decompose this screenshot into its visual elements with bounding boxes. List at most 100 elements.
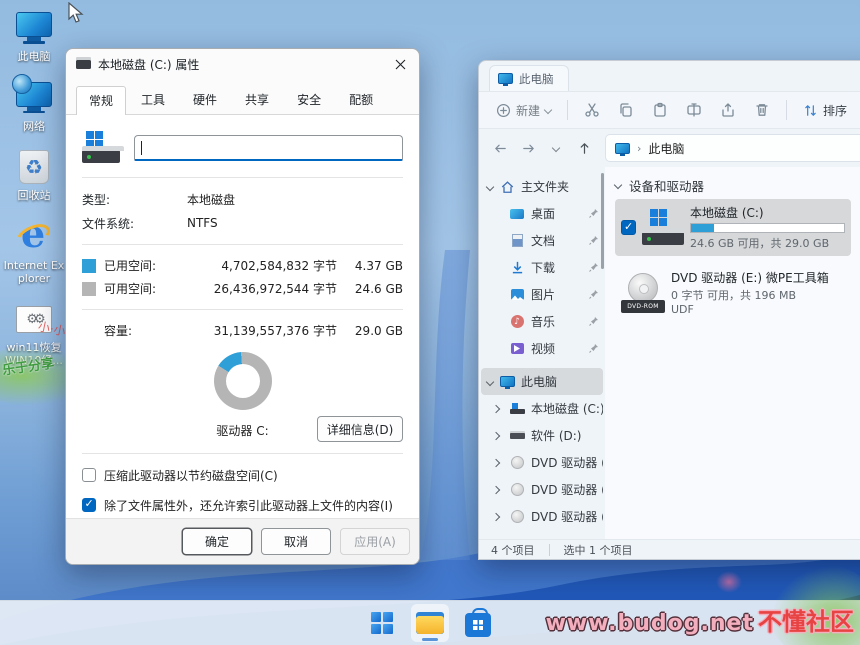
watermark-url: www.budog.net xyxy=(546,611,754,636)
desktop-icon-label: 回收站 xyxy=(18,190,51,203)
dvd-drive-icon xyxy=(509,456,525,470)
divider xyxy=(82,244,403,245)
dialog-titlebar[interactable]: 本地磁盘 (C:) 属性 xyxy=(66,49,419,79)
pin-icon xyxy=(589,288,599,302)
sidebar-item-this-pc[interactable]: 此电脑 xyxy=(481,368,603,395)
desktop-icon-internet-explorer[interactable]: Internet Explorer xyxy=(2,217,66,285)
sidebar-item-dvd-f[interactable]: DVD 驱动器 (F:) xyxy=(481,476,603,503)
taskbar-file-explorer[interactable] xyxy=(411,604,449,642)
sidebar-item-drive-d[interactable]: 软件 (D:) xyxy=(481,422,603,449)
sidebar-scrollbar[interactable] xyxy=(601,173,604,269)
pin-icon xyxy=(589,315,599,329)
tab-tools[interactable]: 工具 xyxy=(128,85,178,114)
pin-icon xyxy=(589,234,599,248)
settings-tool-icon xyxy=(13,299,55,339)
pin-icon xyxy=(589,342,599,356)
tab-security[interactable]: 安全 xyxy=(284,85,334,114)
copy-button[interactable] xyxy=(611,97,641,123)
sidebar-item-label: 本地磁盘 (C:) xyxy=(531,400,603,417)
filesystem-value: NTFS xyxy=(187,216,218,230)
new-button[interactable]: 新建 xyxy=(489,97,558,124)
delete-button[interactable] xyxy=(747,97,777,123)
free-space-bytes: 26,436,972,544 字节 xyxy=(187,280,351,297)
chevron-right-icon xyxy=(492,404,500,412)
tab-sharing[interactable]: 共享 xyxy=(232,85,282,114)
item-checkbox[interactable] xyxy=(621,220,636,235)
drive-icon xyxy=(76,60,91,69)
up-button[interactable] xyxy=(571,135,597,161)
index-checkbox[interactable] xyxy=(82,498,96,512)
music-icon: ♪ xyxy=(509,315,525,329)
details-button[interactable]: 详细信息(D) xyxy=(317,416,403,442)
index-checkbox-row[interactable]: 除了文件属性外，还允许索引此驱动器上文件的内容(I) xyxy=(82,497,403,514)
drive-item-dvd-e[interactable]: DVD-ROM DVD 驱动器 (E:) 微PE工具箱 0 字节 可用，共 19… xyxy=(615,264,851,321)
recent-locations-button[interactable] xyxy=(543,135,569,161)
status-divider xyxy=(549,544,550,556)
drive-name: DVD 驱动器 (E:) 微PE工具箱 xyxy=(671,271,829,285)
breadcrumb[interactable]: › 此电脑 xyxy=(605,134,860,162)
desktop-icon-this-pc[interactable]: 此电脑 xyxy=(2,8,66,64)
tab-general[interactable]: 常规 xyxy=(76,86,126,115)
sidebar-item-label: 文档 xyxy=(531,232,555,249)
tab-hardware[interactable]: 硬件 xyxy=(180,85,230,114)
divider xyxy=(82,453,403,454)
chevron-down-icon xyxy=(552,144,560,152)
drive-info: 0 字节 可用，共 196 MB xyxy=(671,287,845,303)
sidebar-item-label: 图片 xyxy=(531,286,555,303)
explorer-titlebar[interactable]: 此电脑 xyxy=(479,61,860,91)
dialog-title: 本地磁盘 (C:) 属性 xyxy=(98,56,384,73)
cut-button[interactable] xyxy=(577,97,607,123)
status-item-count: 4 个项目 xyxy=(491,542,535,558)
pin-icon xyxy=(589,207,599,221)
sidebar-item-dvd-e2[interactable]: DVD 驱动器 (E:) xyxy=(481,503,603,530)
close-button[interactable] xyxy=(391,55,409,73)
taskbar-microsoft-store[interactable] xyxy=(459,604,497,642)
chevron-down-icon xyxy=(486,182,494,190)
arrow-up-icon xyxy=(577,141,592,156)
sidebar-item-drive-c[interactable]: 本地磁盘 (C:) xyxy=(481,395,603,422)
sidebar-item-label: 软件 (D:) xyxy=(531,427,581,444)
desktop-icon-label: Internet Explorer xyxy=(3,260,65,285)
desktop-icon-recycle-bin[interactable]: 回收站 xyxy=(2,147,66,203)
sidebar-item-home[interactable]: 主文件夹 xyxy=(481,173,603,200)
forward-button[interactable] xyxy=(515,135,541,161)
back-button[interactable] xyxy=(487,135,513,161)
index-checkbox-label: 除了文件属性外，还允许索引此驱动器上文件的内容(I) xyxy=(104,497,393,514)
desktop-icon-win10-restore-tool[interactable]: win11恢复WIN10经... xyxy=(2,299,66,367)
sidebar-item-videos[interactable]: 视频 xyxy=(481,335,603,362)
ok-button[interactable]: 确定 xyxy=(182,528,252,555)
dvd-rom-label: DVD-ROM xyxy=(621,300,665,313)
chevron-down-icon xyxy=(544,106,552,114)
share-button[interactable] xyxy=(713,97,743,123)
volume-label-input[interactable] xyxy=(134,135,403,161)
sort-button[interactable]: 排序 xyxy=(796,97,854,124)
apply-button[interactable]: 应用(A) xyxy=(340,528,410,555)
chevron-right-icon xyxy=(492,458,500,466)
close-icon xyxy=(395,59,406,70)
desktop-icon-network[interactable]: 网络 xyxy=(2,78,66,134)
paste-button[interactable] xyxy=(645,97,675,123)
rename-button[interactable] xyxy=(679,97,709,123)
sidebar-item-pictures[interactable]: 图片 xyxy=(481,281,603,308)
cancel-button[interactable]: 取消 xyxy=(261,528,331,555)
drive-name: 本地磁盘 (C:) xyxy=(690,206,764,220)
drive-item-c[interactable]: 本地磁盘 (C:) 24.6 GB 可用，共 29.0 GB xyxy=(615,199,851,256)
system-drive-icon xyxy=(82,131,120,165)
sidebar-item-documents[interactable]: 文档 xyxy=(481,227,603,254)
text-caret xyxy=(141,141,142,155)
section-header-devices[interactable]: 设备和驱动器 xyxy=(615,173,860,197)
compress-checkbox-row[interactable]: 压缩此驱动器以节约磁盘空间(C) xyxy=(82,467,403,484)
sidebar-item-music[interactable]: ♪ 音乐 xyxy=(481,308,603,335)
start-button[interactable] xyxy=(363,604,401,642)
section-header-label: 设备和驱动器 xyxy=(629,176,704,195)
compress-checkbox[interactable] xyxy=(82,468,96,482)
sidebar-item-label: 桌面 xyxy=(531,205,555,222)
tab-quota[interactable]: 配额 xyxy=(336,85,386,114)
used-space-swatch xyxy=(82,259,96,273)
breadcrumb-chevron-icon: › xyxy=(637,142,641,155)
sidebar-item-dvd-e[interactable]: DVD 驱动器 (E:) xyxy=(481,449,603,476)
sidebar-item-downloads[interactable]: 下载 xyxy=(481,254,603,281)
scissors-icon xyxy=(584,102,600,118)
sidebar-item-desktop[interactable]: 桌面 xyxy=(481,200,603,227)
explorer-tab[interactable]: 此电脑 xyxy=(489,65,569,91)
